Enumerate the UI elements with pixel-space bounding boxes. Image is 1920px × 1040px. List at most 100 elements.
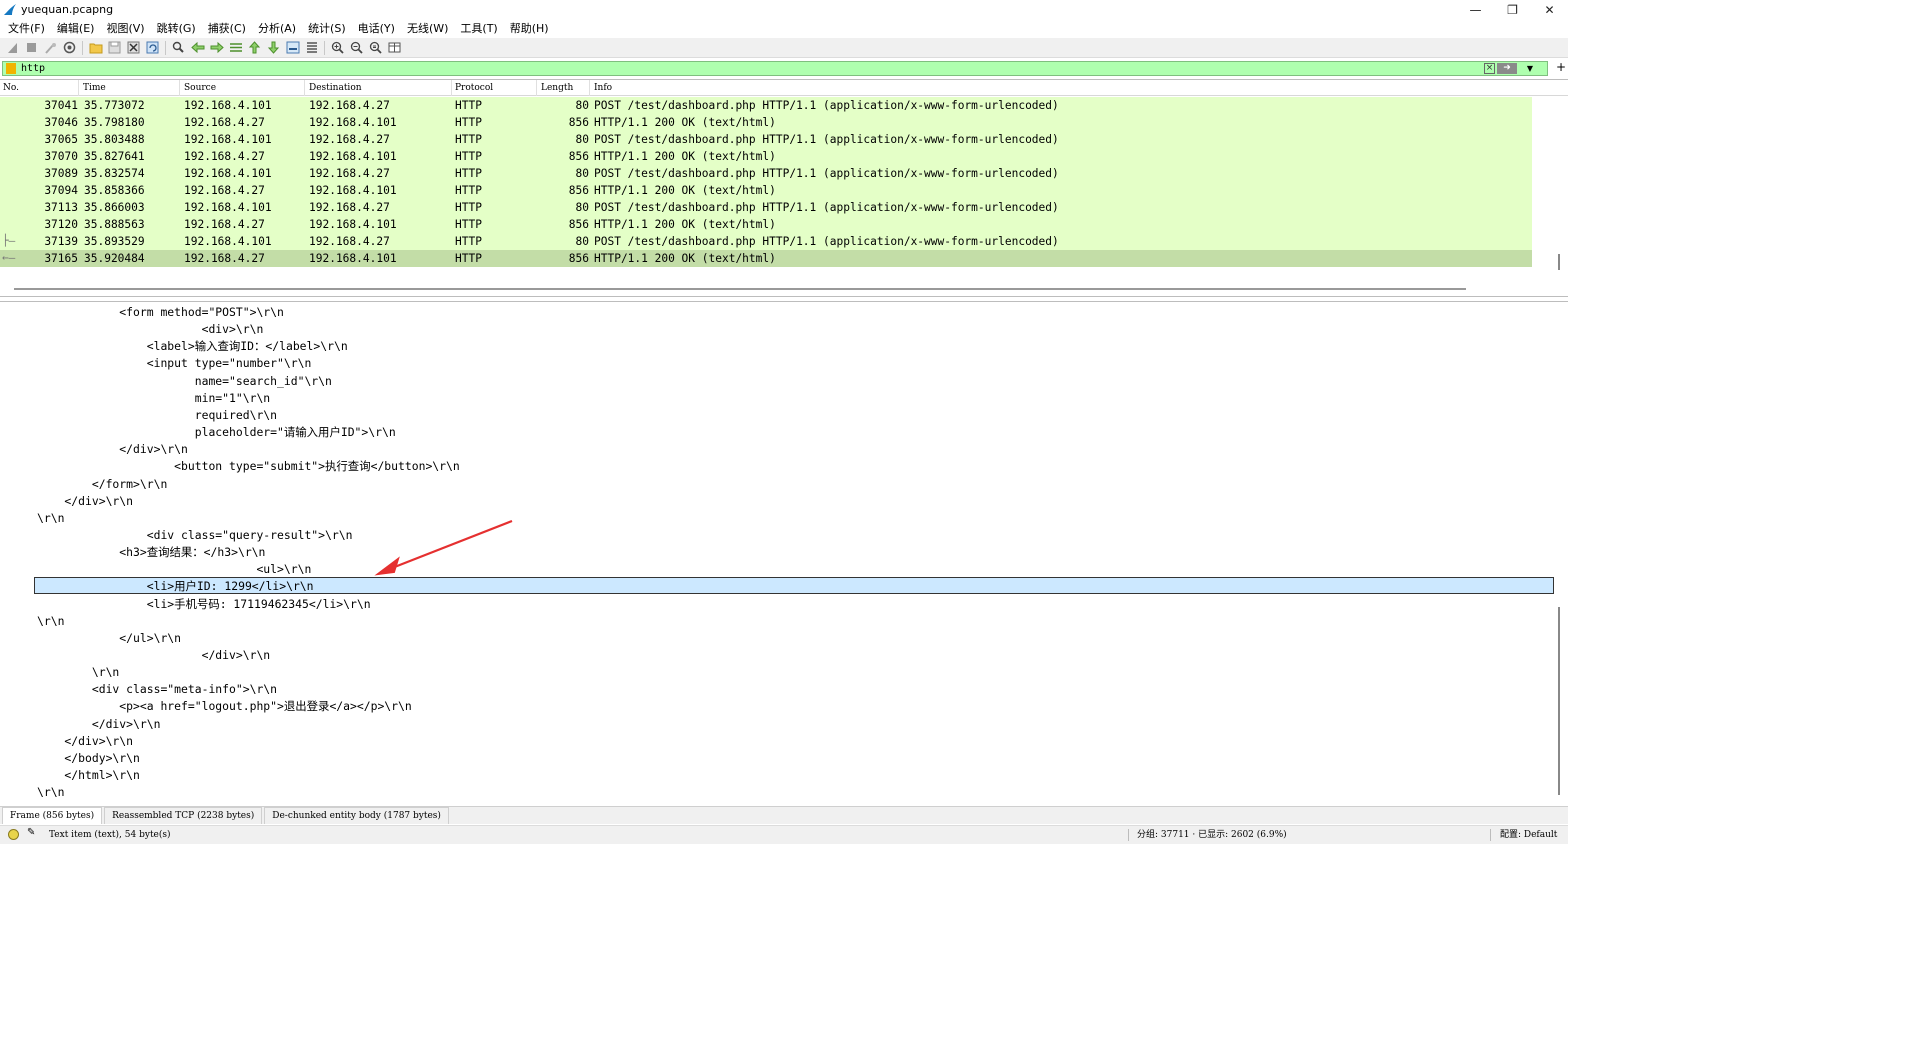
menu-wireless[interactable]: 无线(W) (401, 19, 454, 38)
status-profile[interactable]: 配置: Default (1500, 826, 1557, 844)
cell-info: POST /test/dashboard.php HTTP/1.1 (appli… (594, 99, 1059, 112)
tab-dechunked-body[interactable]: De-chunked entity body (1787 bytes) (264, 807, 449, 824)
save-file-icon[interactable] (105, 40, 124, 56)
zoom-out-icon[interactable] (347, 40, 366, 56)
col-header-time[interactable]: Time (80, 80, 180, 96)
tab-frame[interactable]: Frame (856 bytes) (2, 807, 103, 824)
tab-reassembled-tcp[interactable]: Reassembled TCP (2238 bytes) (104, 807, 263, 824)
text-line[interactable]: \r\n (37, 784, 64, 801)
menu-capture[interactable]: 捕获(C) (202, 19, 252, 38)
packet-row[interactable]: 37165 35.920484 192.168.4.27 192.168.4.101 H… (0, 250, 1532, 267)
cell-source: 192.168.4.101 (184, 133, 272, 146)
cell-no: 37094 (44, 184, 78, 197)
go-first-packet-icon[interactable] (245, 40, 264, 56)
cell-length: 80 (575, 133, 589, 146)
cell-source: 192.168.4.27 (184, 218, 265, 231)
col-header-info[interactable]: Info (591, 80, 1531, 96)
text-line[interactable]: </html>\r\n (37, 767, 139, 784)
text-line[interactable]: \r\n (37, 613, 64, 630)
packet-row[interactable]: 37070 35.827641 192.168.4.27 192.168.4.101 H… (0, 148, 1532, 165)
add-filter-button-icon[interactable]: + (1556, 60, 1566, 74)
minimize-button[interactable]: — (1457, 0, 1494, 19)
text-line[interactable]: </ul>\r\n (37, 630, 181, 647)
filter-history-dropdown-icon[interactable]: ▼ (1525, 63, 1535, 74)
go-last-packet-icon[interactable] (264, 40, 283, 56)
clear-filter-icon[interactable]: × (1484, 63, 1495, 74)
packet-list-vscroll[interactable] (1550, 96, 1568, 286)
packet-row[interactable]: 37089 35.832574 192.168.4.101 192.168.4.27 H… (0, 165, 1532, 182)
packet-row[interactable]: 37041 35.773072 192.168.4.101 192.168.4.27 H… (0, 97, 1532, 114)
cell-time: 35.858366 (84, 184, 145, 197)
menu-file[interactable]: 文件(F) (2, 19, 51, 38)
close-button[interactable]: ✕ (1531, 0, 1568, 19)
capture-options-icon[interactable] (60, 40, 79, 56)
text-line[interactable]: </div>\r\n (37, 733, 133, 750)
menu-edit[interactable]: 编辑(E) (51, 19, 101, 38)
close-file-icon[interactable] (124, 40, 143, 56)
text-line[interactable]: </div>\r\n (37, 716, 161, 733)
cell-source: 192.168.4.101 (184, 201, 272, 214)
open-file-icon[interactable] (86, 40, 105, 56)
cell-no: 37046 (44, 116, 78, 129)
col-header-protocol[interactable]: Protocol (452, 80, 537, 96)
go-to-packet-icon[interactable] (226, 40, 245, 56)
go-back-icon[interactable] (188, 40, 207, 56)
go-forward-icon[interactable] (207, 40, 226, 56)
find-packet-icon[interactable] (169, 40, 188, 56)
text-line[interactable]: <div class="meta-info">\r\n (37, 681, 277, 698)
col-header-length[interactable]: Length (538, 80, 590, 96)
packet-row[interactable]: 37139 35.893529 192.168.4.101 192.168.4.27 H… (0, 233, 1532, 250)
status-separator (1490, 829, 1491, 841)
wireshark-fin-icon (4, 3, 16, 15)
col-header-source[interactable]: Source (181, 80, 305, 96)
cell-destination: 192.168.4.101 (309, 218, 397, 231)
menu-analyze[interactable]: 分析(A) (252, 19, 302, 38)
packet-row[interactable]: 37065 35.803488 192.168.4.101 192.168.4.27 H… (0, 131, 1532, 148)
expert-info-icon[interactable] (8, 829, 19, 840)
text-line[interactable]: </div>\r\n (37, 647, 271, 664)
zoom-in-icon[interactable] (328, 40, 347, 56)
autoscroll-icon[interactable] (283, 40, 302, 56)
toolbar-separator (324, 40, 325, 55)
filter-bookmark-icon[interactable] (6, 63, 16, 74)
text-pane-vscroll[interactable] (1550, 302, 1568, 805)
reload-file-icon[interactable] (143, 40, 162, 56)
packet-row[interactable]: 37120 35.888563 192.168.4.27 192.168.4.101 H… (0, 216, 1532, 233)
cell-no: 37120 (44, 218, 78, 231)
cell-protocol: HTTP (455, 133, 482, 146)
menu-bar: 文件(F) 编辑(E) 视图(V) 跳转(G) 捕获(C) 分析(A) 统计(S… (0, 19, 1568, 38)
cell-source: 192.168.4.101 (184, 167, 272, 180)
comment-edit-icon[interactable]: ✎ (27, 827, 35, 838)
resize-columns-icon[interactable] (385, 40, 404, 56)
packet-list-hscroll[interactable] (14, 288, 1466, 290)
packet-row[interactable]: 37046 35.798180 192.168.4.27 192.168.4.101 H… (0, 114, 1532, 131)
cell-no: 37070 (44, 150, 78, 163)
restart-capture-icon[interactable] (41, 40, 60, 56)
packet-row[interactable]: 37094 35.858366 192.168.4.27 192.168.4.101 H… (0, 182, 1532, 199)
packet-row[interactable]: 37113 35.866003 192.168.4.101 192.168.4.27 H… (0, 199, 1532, 216)
start-capture-icon[interactable] (3, 40, 22, 56)
menu-tools[interactable]: 工具(T) (454, 19, 503, 38)
restore-button[interactable]: ❐ (1494, 0, 1531, 19)
cell-no: 37113 (44, 201, 78, 214)
cell-length: 856 (568, 218, 589, 231)
packet-list: No. Time Source Destination Protocol Len… (0, 79, 1568, 297)
col-header-destination[interactable]: Destination (306, 80, 452, 96)
packet-rows: 37041 35.773072 192.168.4.101 192.168.4.27 H… (0, 97, 1532, 267)
display-filter-input[interactable]: http × ➜ ▼ (2, 61, 1548, 76)
apply-filter-icon[interactable]: ➜ (1497, 63, 1517, 74)
stop-capture-icon[interactable] (22, 40, 41, 56)
text-line[interactable]: </body>\r\n (37, 750, 139, 767)
col-header-no[interactable]: No. (0, 80, 79, 96)
colorize-icon[interactable] (302, 40, 321, 56)
cell-source: 192.168.4.101 (184, 99, 272, 112)
cell-source: 192.168.4.101 (184, 235, 272, 248)
menu-help[interactable]: 帮助(H) (504, 19, 555, 38)
zoom-normal-icon[interactable] (366, 40, 385, 56)
menu-statistics[interactable]: 统计(S) (302, 19, 352, 38)
menu-view[interactable]: 视图(V) (100, 19, 150, 38)
menu-telephony[interactable]: 电话(Y) (352, 19, 401, 38)
menu-go[interactable]: 跳转(G) (151, 19, 202, 38)
text-line[interactable]: \r\n (37, 664, 119, 681)
text-line[interactable]: <p><a href="logout.php">退出登录</a></p>\r\n (37, 698, 411, 715)
